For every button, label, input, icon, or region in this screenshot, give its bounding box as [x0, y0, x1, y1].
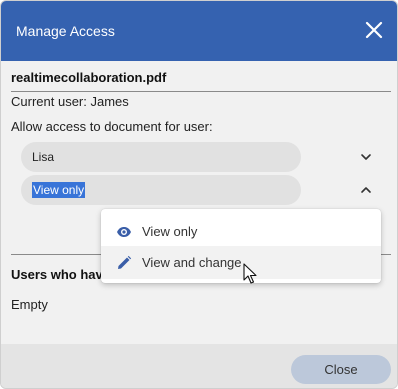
users-with-access-heading: Users who hav	[11, 267, 101, 282]
dialog-body: realtimecollaboration.pdf Current user: …	[1, 61, 397, 344]
menu-item-label: View and change	[142, 255, 242, 270]
permission-dropdown-menu: View only View and change	[101, 209, 381, 283]
chevron-down-icon[interactable]	[359, 150, 373, 164]
eye-icon	[116, 224, 132, 240]
document-filename: realtimecollaboration.pdf	[11, 70, 167, 85]
close-icon[interactable]	[363, 19, 385, 41]
permission-select-value: View only	[32, 182, 86, 198]
menu-item-view-only[interactable]: View only	[101, 215, 381, 248]
menu-item-view-and-change[interactable]: View and change	[101, 246, 381, 279]
permission-select[interactable]: View only	[21, 175, 301, 205]
allow-access-label: Allow access to document for user:	[11, 119, 213, 134]
manage-access-dialog: Manage Access realtimecollaboration.pdf …	[0, 0, 398, 389]
empty-users-text: Empty	[11, 297, 48, 312]
user-select-value: Lisa	[32, 150, 55, 164]
pencil-icon	[116, 255, 132, 271]
divider	[11, 91, 391, 92]
dialog-footer: Close	[1, 344, 397, 388]
dialog-title: Manage Access	[16, 23, 115, 39]
menu-item-label: View only	[142, 224, 198, 239]
current-user-label: Current user: James	[11, 94, 129, 109]
user-select[interactable]: Lisa	[21, 142, 301, 172]
dialog-header: Manage Access	[1, 1, 397, 61]
close-button[interactable]: Close	[291, 355, 391, 384]
chevron-up-icon[interactable]	[359, 183, 373, 197]
